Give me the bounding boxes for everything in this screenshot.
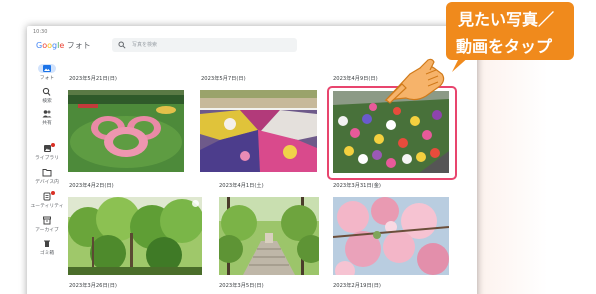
search-box[interactable]: 写真を検索 <box>112 38 297 52</box>
date-header: 2023年3月31日(金) <box>333 183 381 189</box>
notification-badge <box>51 143 55 147</box>
nav-item-on-device[interactable]: デバイス内 <box>27 168 67 185</box>
nav-label: 検索 <box>42 99 52 104</box>
date-header: 2023年5月21日(日) <box>69 76 117 82</box>
photo-thumbnail[interactable] <box>68 90 184 172</box>
app-logo: Google フォト <box>36 40 91 51</box>
photo-icon <box>43 65 51 72</box>
photo-thumbnail[interactable] <box>200 90 317 172</box>
search-icon <box>42 87 51 96</box>
nav-item-trash[interactable]: ゴミ箱 <box>27 239 67 256</box>
date-header: 2023年3月5日(日) <box>219 283 264 289</box>
background-panel <box>475 60 596 294</box>
logo-suffix: フォト <box>66 41 91 50</box>
search-placeholder: 写真を検索 <box>132 42 158 48</box>
photo-thumbnail[interactable] <box>333 197 449 275</box>
folder-icon <box>42 169 52 177</box>
instruction-callout: 見たい写真／ 動画をタップ <box>446 2 574 60</box>
date-header: 2023年4月1日(土) <box>219 183 264 189</box>
archive-icon <box>43 216 51 225</box>
active-indicator <box>38 64 56 73</box>
pointing-hand-icon <box>384 58 445 104</box>
nav-label: アーカイブ <box>35 228 59 233</box>
nav-label: ゴミ箱 <box>39 251 55 256</box>
logo-google: Google <box>36 41 65 50</box>
people-icon <box>42 110 52 118</box>
callout-line-2: 動画をタップ <box>456 37 553 56</box>
date-header: 2023年5月7日(日) <box>201 76 246 82</box>
search-icon <box>118 41 126 49</box>
date-header: 2023年2月19日(日) <box>333 283 381 289</box>
video-indicator-icon <box>192 200 199 207</box>
date-header: 2023年4月9日(日) <box>333 76 378 82</box>
nav-item-photos[interactable]: フォト <box>27 64 67 81</box>
callout-line-1: 見たい写真／ <box>458 10 555 29</box>
nav-label: デバイス内 <box>35 180 59 185</box>
date-header: 2023年3月26日(日) <box>69 283 117 289</box>
notification-badge <box>51 191 55 195</box>
nav-item-search[interactable]: 検索 <box>27 87 67 104</box>
nav-label: フォト <box>39 76 55 81</box>
nav-label: ユーティリティ <box>30 204 64 209</box>
nav-item-library[interactable]: ライブラリ <box>27 143 67 161</box>
date-header: 2023年4月2日(日) <box>69 183 114 189</box>
nav-item-sharing[interactable]: 共有 <box>27 109 67 126</box>
photo-thumbnail[interactable] <box>68 197 202 275</box>
nav-item-utilities[interactable]: ユーティリティ <box>27 191 67 209</box>
nav-label: ライブラリ <box>35 156 59 161</box>
nav-label: 共有 <box>42 121 52 126</box>
nav-item-archive[interactable]: アーカイブ <box>27 216 67 233</box>
status-time: 10:30 <box>33 29 48 35</box>
photo-thumbnail[interactable] <box>219 197 319 275</box>
trash-icon <box>44 240 50 247</box>
